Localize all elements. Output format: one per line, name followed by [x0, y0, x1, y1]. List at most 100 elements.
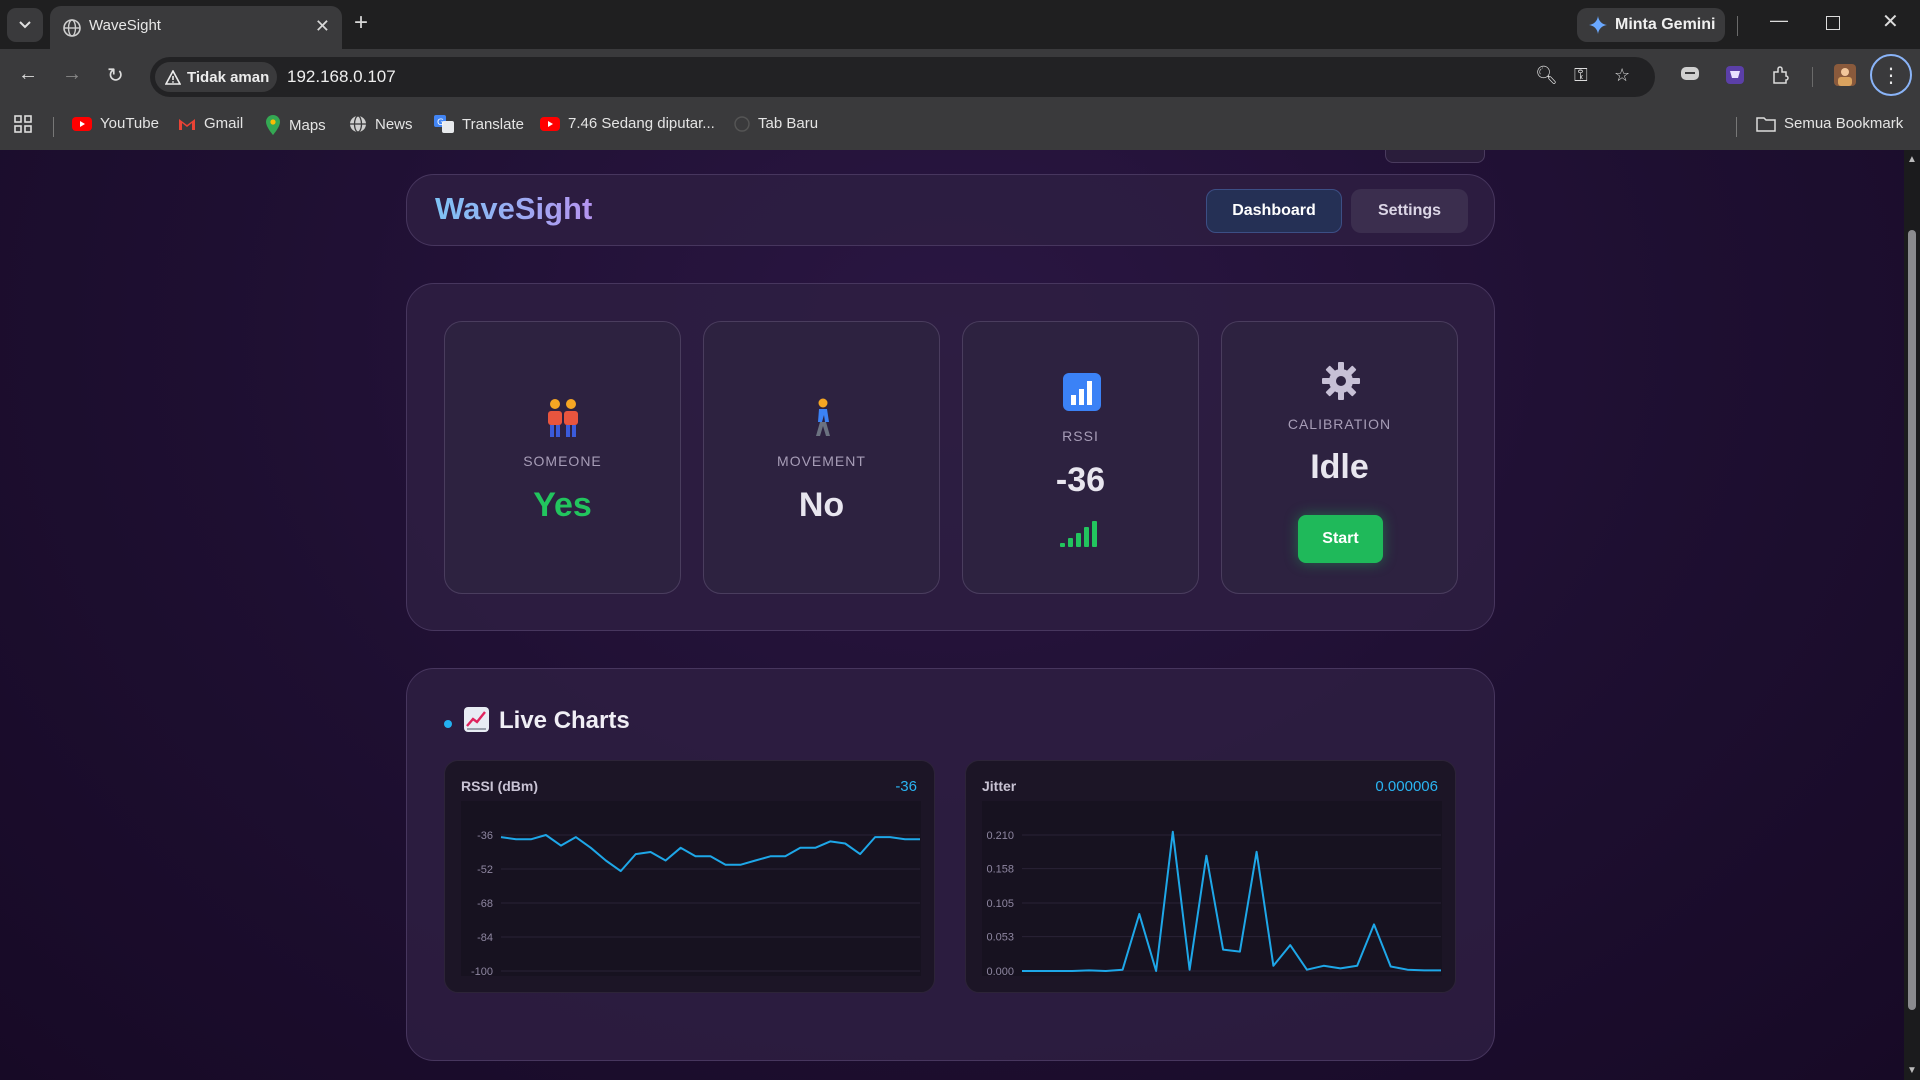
- start-calibration-button[interactable]: Start: [1298, 515, 1383, 563]
- bookmark-gmail[interactable]: Gmail: [178, 115, 243, 132]
- close-tab-icon[interactable]: ✕: [315, 16, 330, 37]
- key-icon[interactable]: ⚿: [1574, 65, 1588, 86]
- gemini-sparkle-icon: [1589, 16, 1607, 34]
- bookmark-maps[interactable]: Maps: [265, 115, 326, 135]
- bar-chart-icon: [1063, 373, 1101, 411]
- browser-menu-button[interactable]: ⋮: [1870, 54, 1912, 96]
- apps-icon[interactable]: [14, 115, 32, 133]
- chevron-down-icon: [19, 21, 31, 29]
- movement-card: MOVEMENT No: [703, 321, 940, 594]
- movement-label: MOVEMENT: [777, 453, 866, 469]
- translate-icon: G: [434, 115, 454, 133]
- scroll-down-icon[interactable]: ▼: [1907, 1065, 1917, 1076]
- rssi-value: -36: [1055, 461, 1106, 499]
- walking-person-icon: [816, 398, 830, 436]
- svg-text:G: G: [437, 118, 444, 128]
- bookmark-label: Translate: [462, 115, 524, 133]
- scrollbar-thumb[interactable]: [1908, 230, 1916, 1010]
- rssi-line-chart: -36 -52 -68 -84 -100: [461, 801, 921, 978]
- bookmark-label: Gmail: [204, 115, 244, 132]
- divider: [1812, 67, 1813, 87]
- folder-icon: [1756, 116, 1776, 132]
- bookmark-youtube[interactable]: YouTube: [72, 115, 159, 132]
- new-tab-button[interactable]: +: [354, 9, 368, 37]
- signal-strength-icon: [1060, 521, 1097, 547]
- puzzle-icon[interactable]: [1768, 62, 1794, 88]
- bookmark-label: 7.46 Sedang diputar...: [568, 115, 715, 132]
- bookmarks-bar: YouTube Gmail Maps News G Translate 7.46…: [0, 105, 1920, 150]
- scroll-up-icon[interactable]: ▲: [1907, 154, 1917, 165]
- hidden-button[interactable]: [1385, 150, 1485, 163]
- rssi-label: RSSI: [1062, 428, 1099, 444]
- bookmark-label: Tab Baru: [758, 115, 819, 132]
- address-bar[interactable]: Tidak aman 192.168.0.107 🔍︎ ⚿ ☆: [150, 57, 1655, 97]
- brand-title: WaveSight: [435, 191, 593, 226]
- jitter-chart: Jitter 0.000006 0.210 0.158 0.105 0.053 0.00…: [965, 760, 1456, 993]
- avatar[interactable]: [1832, 62, 1858, 88]
- youtube-icon: [72, 116, 92, 131]
- more-vertical-icon: ⋮: [1881, 64, 1901, 87]
- rssi-chart: RSSI (dBm) -36 -36 -52 -68 -84 -100: [444, 760, 935, 993]
- gemini-button[interactable]: Minta Gemini: [1577, 8, 1725, 42]
- globe-icon: [734, 115, 750, 132]
- bookmark-news[interactable]: News: [349, 115, 413, 133]
- tab-title: WaveSight: [89, 17, 161, 34]
- browser-tab[interactable]: WaveSight ✕: [50, 6, 342, 49]
- minimize-icon[interactable]: —: [1770, 10, 1788, 31]
- bookmark-youtube-playing[interactable]: 7.46 Sedang diputar...: [540, 115, 715, 132]
- bookmark-label: YouTube: [100, 115, 159, 132]
- nav-dashboard-button[interactable]: Dashboard: [1206, 189, 1342, 233]
- someone-value: Yes: [533, 486, 592, 524]
- back-icon[interactable]: ←: [18, 63, 38, 86]
- window-close-icon[interactable]: ✕: [1882, 9, 1899, 34]
- page-scrollbar[interactable]: ▲ ▼: [1904, 150, 1920, 1080]
- security-chip-label: Tidak aman: [187, 68, 270, 86]
- gear-icon: [1322, 362, 1360, 400]
- people-icon: [548, 399, 578, 437]
- divider: [1736, 117, 1737, 137]
- bookmark-new-tab[interactable]: Tab Baru: [734, 115, 818, 132]
- globe-icon: [63, 19, 81, 37]
- y-tick-label: 0.000: [986, 966, 1014, 978]
- maps-icon: [266, 115, 280, 135]
- y-tick-label: 0.105: [986, 898, 1014, 910]
- status-cards-panel: SOMEONE Yes MOVEMENT No RSSI -36 CALIBRA…: [406, 283, 1495, 631]
- y-tick-label: -36: [477, 830, 493, 842]
- gemini-label: Minta Gemini: [1615, 16, 1716, 33]
- all-bookmarks-label: Semua Bookmark: [1784, 115, 1904, 132]
- browser-toolbar: ← → ↻ Tidak aman 192.168.0.107 🔍︎ ⚿ ☆ ⋮: [0, 49, 1920, 105]
- chart-title: Jitter: [982, 778, 1017, 794]
- extension-icon[interactable]: [1722, 62, 1748, 88]
- plot-area: [461, 801, 921, 976]
- y-tick-label: 0.210: [986, 830, 1014, 842]
- app-header: WaveSight Dashboard Settings: [406, 174, 1495, 246]
- nav-settings-button[interactable]: Settings: [1351, 189, 1468, 233]
- live-charts-title: Live Charts: [499, 707, 630, 734]
- chart-increasing-icon: [464, 707, 489, 732]
- calibration-card: CALIBRATION Idle Start: [1221, 321, 1458, 594]
- bookmark-translate[interactable]: G Translate: [434, 115, 524, 133]
- rssi-card: RSSI -36: [962, 321, 1199, 594]
- tab-search-button[interactable]: [7, 8, 43, 42]
- zoom-icon[interactable]: 🔍︎: [1535, 65, 1558, 86]
- star-icon[interactable]: ☆: [1614, 65, 1630, 86]
- security-chip[interactable]: Tidak aman: [155, 62, 277, 92]
- all-bookmarks[interactable]: Semua Bookmark: [1756, 115, 1903, 132]
- y-tick-label: -52: [477, 864, 493, 876]
- chart-current-value: -36: [895, 778, 917, 795]
- y-tick-label: 0.158: [986, 864, 1014, 876]
- reload-icon[interactable]: ↻: [107, 63, 124, 88]
- forward-icon[interactable]: →: [62, 63, 82, 86]
- divider: [1737, 16, 1738, 36]
- chat-extension-icon[interactable]: [1677, 62, 1703, 88]
- someone-label: SOMEONE: [523, 453, 602, 469]
- someone-card: SOMEONE Yes: [444, 321, 681, 594]
- live-indicator-dot: [444, 720, 452, 728]
- youtube-icon: [540, 116, 560, 131]
- bookmark-label: News: [375, 115, 413, 133]
- restore-icon[interactable]: [1826, 16, 1840, 30]
- live-charts-panel: Live Charts RSSI (dBm) -36 -36 -52 -68 -84-…: [406, 668, 1495, 1061]
- calibration-label: CALIBRATION: [1287, 416, 1392, 432]
- gmail-icon: [179, 118, 195, 130]
- y-tick-label: 0.053: [986, 932, 1014, 944]
